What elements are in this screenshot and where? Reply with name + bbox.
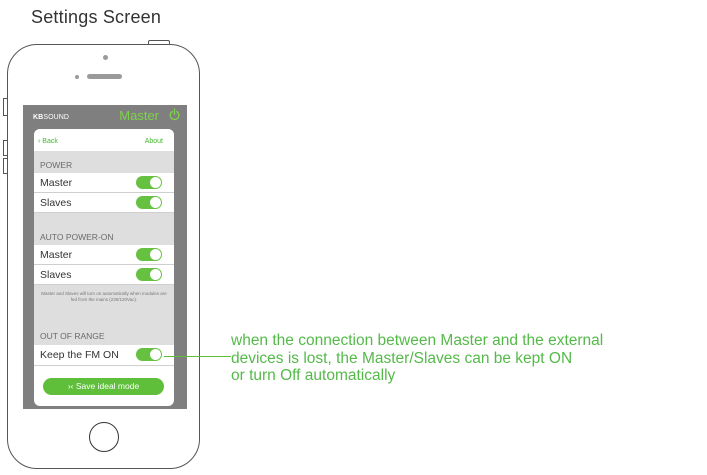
phone-screen: KBSOUND Master ‹ Back About POWER Master… — [23, 105, 187, 409]
toggle-knob — [150, 269, 161, 280]
settings-panel: ‹ Back About POWER Master Slaves AUTO PO… — [34, 129, 174, 406]
row-keep-fm-on: Keep the FM ON — [34, 345, 174, 366]
annotation-line-2: devices is lost, the Master/Slaves can b… — [231, 349, 573, 367]
home-button[interactable] — [89, 422, 119, 452]
about-button[interactable]: About — [145, 138, 163, 145]
row-auto-master: Master — [34, 245, 174, 265]
sensor-dot — [75, 75, 79, 79]
earpiece-speaker — [87, 74, 122, 79]
app-header: KBSOUND Master — [23, 105, 187, 127]
power-master-toggle[interactable] — [136, 176, 162, 189]
section-header-out-of-range: OUT OF RANGE — [34, 317, 174, 345]
power-icon[interactable] — [169, 108, 180, 121]
annotation-line-1: when the connection between Master and t… — [231, 332, 604, 349]
annotation-text: when the connection between Master and t… — [231, 332, 707, 385]
row-label: Master — [40, 249, 73, 261]
back-button[interactable]: ‹ Back — [38, 138, 58, 145]
save-ideal-mode-button[interactable]: ›‹ Save ideal mode — [43, 378, 164, 395]
row-label: Slaves — [40, 269, 72, 281]
nav-bar: ‹ Back About — [34, 129, 174, 151]
toggle-knob — [150, 177, 161, 188]
compress-arrows-icon: ›‹ — [67, 381, 74, 391]
section-header-power: POWER — [34, 151, 174, 173]
row-auto-slaves: Slaves — [34, 265, 174, 285]
row-label: Keep the FM ON — [40, 349, 119, 361]
power-slaves-toggle[interactable] — [136, 196, 162, 209]
toggle-knob — [150, 349, 161, 360]
row-label: Slaves — [40, 197, 72, 209]
auto-slaves-toggle[interactable] — [136, 268, 162, 281]
auto-master-toggle[interactable] — [136, 248, 162, 261]
page-title: Settings Screen — [31, 7, 162, 27]
row-power-master: Master — [34, 173, 174, 193]
annotation-leader-line — [164, 356, 231, 357]
toggle-knob — [150, 249, 161, 260]
camera-icon — [103, 55, 108, 60]
row-label: Master — [40, 177, 73, 189]
brand-logo: KBSOUND — [33, 114, 70, 121]
row-power-slaves: Slaves — [34, 193, 174, 213]
toggle-knob — [150, 197, 161, 208]
annotation-line-3: or turn Off automatically — [231, 367, 396, 384]
keep-fm-on-toggle[interactable] — [136, 348, 162, 361]
header-title: Master — [119, 108, 159, 123]
auto-power-note: Master and Slaves will turn on automatic… — [34, 285, 174, 317]
section-header-auto-power-on: AUTO POWER-ON — [34, 213, 174, 245]
